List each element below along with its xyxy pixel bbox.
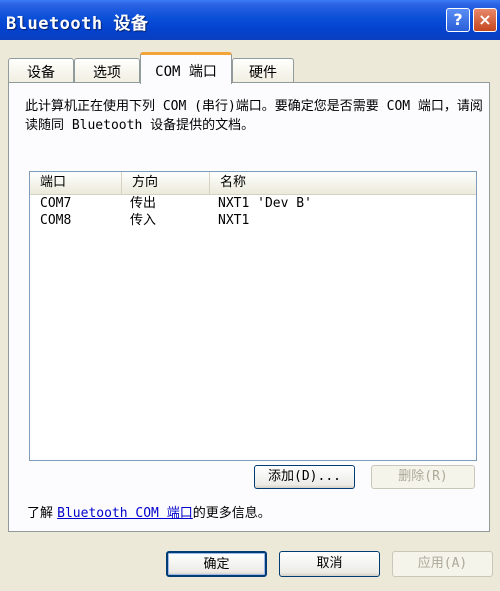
bluetooth-com-ports-link[interactable]: Bluetooth COM 端口 — [57, 506, 193, 521]
list-item[interactable]: COM7 传出 NXT1 'Dev B' — [30, 195, 476, 213]
tab-options[interactable]: 选项 — [74, 58, 140, 82]
direction-cell: 传入 — [130, 213, 157, 228]
name-cell: NXT1 — [218, 213, 250, 228]
apply-button[interactable]: 应用(A) — [392, 551, 493, 577]
column-header-name[interactable]: 名称 — [210, 172, 476, 194]
more-info-prefix: 了解 — [27, 506, 58, 521]
tab-devices[interactable]: 设备 — [8, 58, 74, 82]
question-mark-icon: ? — [453, 10, 463, 29]
direction-cell: 传出 — [130, 196, 157, 211]
column-header-port[interactable]: 端口 — [30, 172, 122, 194]
port-cell: COM8 — [40, 213, 72, 228]
tab-hardware[interactable]: 硬件 — [232, 58, 294, 82]
cancel-button[interactable]: 取消 — [279, 551, 380, 577]
bluetooth-devices-dialog: Bluetooth 设备 ? × 设备 选项 COM 端口 硬件 此计算机正在使… — [0, 0, 500, 591]
com-ports-panel: 此计算机正在使用下列 COM (串行)端口。要确定您是否需要 COM 端口，请阅… — [8, 82, 490, 532]
description-text: 此计算机正在使用下列 COM (串行)端口。要确定您是否需要 COM 端口，请阅… — [25, 99, 483, 133]
remove-button[interactable]: 删除(R) — [371, 465, 475, 489]
list-item[interactable]: COM8 传入 NXT1 — [30, 212, 476, 230]
more-info-line: 了解 Bluetooth COM 端口的更多信息。 — [27, 505, 271, 523]
title-bar[interactable]: Bluetooth 设备 ? × — [0, 0, 500, 40]
add-button[interactable]: 添加(D)... — [254, 465, 355, 489]
help-button[interactable]: ? — [446, 8, 470, 32]
close-button[interactable]: × — [473, 8, 497, 32]
tab-com-ports[interactable]: COM 端口 — [140, 52, 232, 84]
port-cell: COM7 — [40, 196, 72, 211]
ok-button[interactable]: 确定 — [166, 551, 267, 577]
close-icon: × — [478, 10, 492, 29]
com-port-list[interactable]: 端口 方向 名称 COM7 传出 NXT1 'Dev B' COM8 传入 NX… — [29, 171, 477, 461]
window-title: Bluetooth 设备 — [6, 14, 149, 34]
name-cell: NXT1 'Dev B' — [218, 196, 312, 211]
column-header-direction[interactable]: 方向 — [122, 172, 210, 194]
more-info-suffix: 的更多信息。 — [192, 506, 271, 521]
list-header: 端口 方向 名称 — [30, 172, 476, 195]
